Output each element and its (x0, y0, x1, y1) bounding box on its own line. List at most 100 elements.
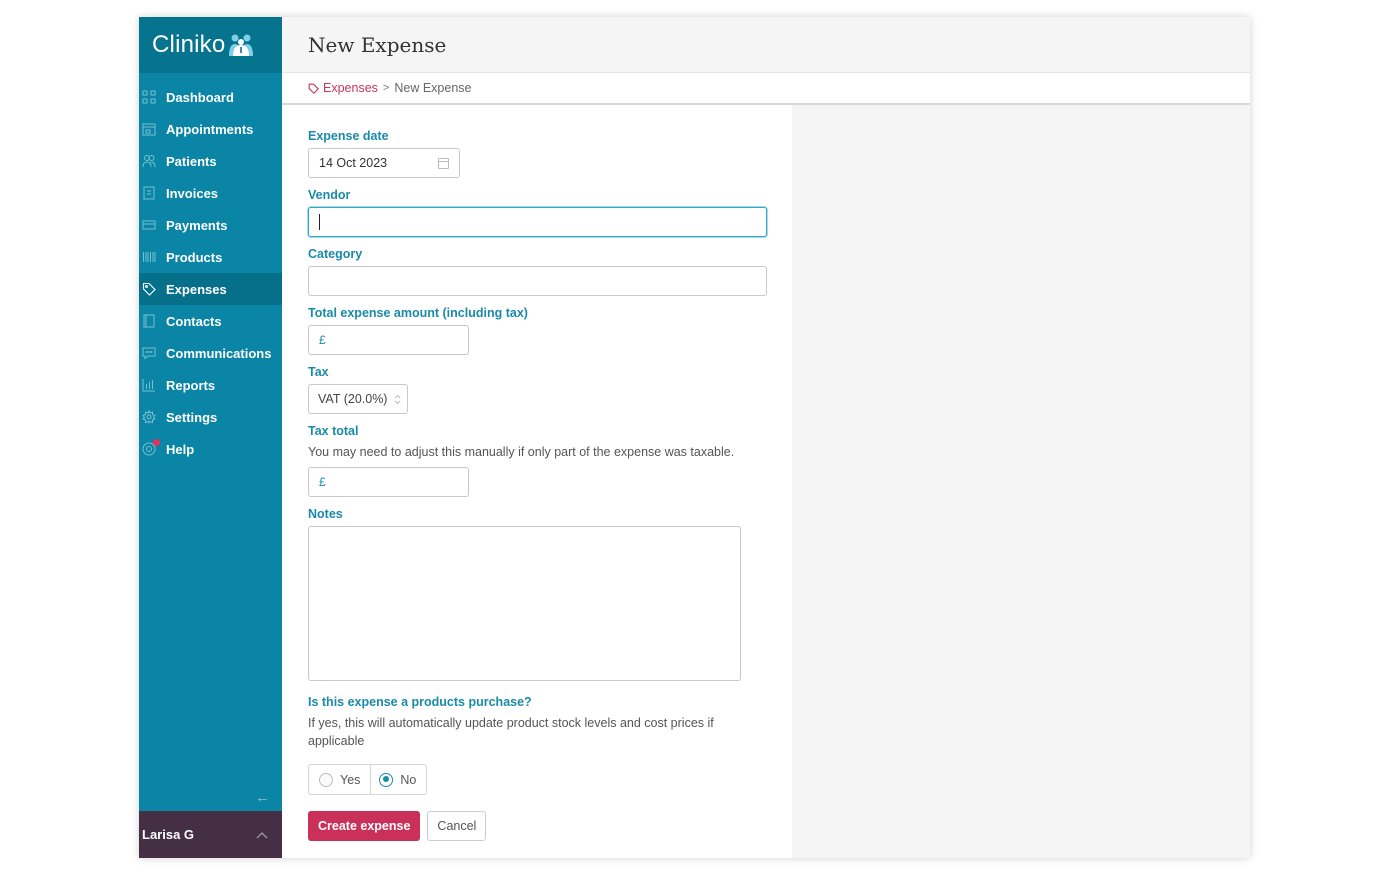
sidebar-item-label: Communications (166, 345, 272, 361)
radio-no-label: No (400, 772, 417, 787)
tax-total-help: You may need to adjust this manually if … (308, 445, 735, 459)
sidebar-item-products[interactable]: Products (139, 241, 282, 273)
products-purchase-label: Is this expense a products purchase? (308, 695, 532, 709)
tax-total-field: Tax total You may need to adjust this ma… (308, 424, 792, 497)
collapse-sidebar-button[interactable]: ← (255, 789, 270, 806)
brand-logo[interactable]: Cliniko (139, 17, 282, 73)
sidebar-item-label: Patients (166, 153, 217, 169)
sidebar-nav: Dashboard Appointments Patients Invoices (139, 73, 282, 465)
lifebuoy-icon (142, 439, 160, 456)
sidebar-item-payments[interactable]: Payments (139, 209, 282, 241)
sidebar-item-settings[interactable]: Settings (139, 401, 282, 433)
tax-select[interactable]: VAT (20.0%) (308, 384, 408, 414)
sidebar-item-contacts[interactable]: Contacts (139, 305, 282, 337)
brand-name: Cliniko (152, 31, 226, 58)
sidebar-item-label: Expenses (166, 281, 227, 297)
form-actions: Create expense Cancel (308, 811, 792, 841)
vendor-field: Vendor (308, 188, 792, 237)
sidebar-item-label: Appointments (166, 121, 254, 137)
content-area: Expense date 14 Oct 2023 Vendor Category (282, 105, 1250, 858)
main-content: New Expense Expenses > New Expense Expen… (282, 17, 1250, 858)
category-input[interactable] (308, 266, 767, 296)
breadcrumb-link-label: Expenses (323, 81, 378, 95)
user-menu[interactable]: Larisa G (139, 811, 282, 858)
products-purchase-help: If yes, this will automatically update p… (308, 716, 714, 748)
tax-label: Tax (308, 365, 329, 379)
app-window: Cliniko Dashboard Appointments Patients … (139, 17, 1250, 858)
sidebar-item-expenses[interactable]: Expenses (139, 273, 282, 305)
breadcrumb-link-expenses[interactable]: Expenses (308, 81, 378, 95)
total-amount-input[interactable]: £ (308, 325, 469, 355)
category-field: Category (308, 247, 792, 296)
sidebar-item-communications[interactable]: Communications (139, 337, 282, 369)
cancel-button[interactable]: Cancel (427, 811, 487, 841)
notes-textarea[interactable] (308, 526, 741, 681)
gear-icon (142, 410, 156, 424)
expense-date-input[interactable]: 14 Oct 2023 (308, 148, 460, 178)
side-panel (792, 105, 1250, 858)
people-icon (142, 154, 156, 168)
barcode-icon (142, 250, 156, 264)
expense-date-label: Expense date (308, 129, 389, 143)
sidebar-item-patients[interactable]: Patients (139, 145, 282, 177)
address-book-icon (142, 314, 156, 328)
sidebar-item-label: Payments (166, 217, 228, 233)
sidebar-item-label: Dashboard (166, 89, 234, 105)
breadcrumb: Expenses > New Expense (282, 73, 1250, 105)
cliniko-logo-icon (229, 34, 254, 56)
chat-bubble-icon (142, 346, 156, 360)
new-expense-form: Expense date 14 Oct 2023 Vendor Category (282, 105, 792, 858)
tax-field: Tax VAT (20.0%) (308, 365, 792, 414)
products-purchase-field: Is this expense a products purchase? If … (308, 695, 792, 795)
sidebar-item-label: Contacts (166, 313, 222, 329)
sidebar-item-label: Invoices (166, 185, 219, 201)
bar-chart-icon (142, 378, 156, 392)
tax-total-label: Tax total (308, 424, 359, 438)
products-purchase-radio-group: Yes No (308, 764, 428, 795)
sidebar: Cliniko Dashboard Appointments Patients … (139, 17, 282, 858)
expense-date-field: Expense date 14 Oct 2023 (308, 129, 792, 178)
expense-date-value: 14 Oct 2023 (319, 156, 388, 170)
currency-symbol: £ (319, 475, 326, 489)
breadcrumb-separator: > (382, 82, 390, 94)
user-name: Larisa G (142, 827, 195, 842)
calendar-icon (142, 122, 156, 136)
notes-field: Notes (308, 507, 792, 681)
sidebar-item-help[interactable]: Help (139, 433, 282, 465)
page-header: New Expense (282, 17, 1250, 73)
document-icon (142, 186, 156, 200)
tag-icon (142, 282, 156, 296)
dashboard-grid-icon (142, 90, 156, 104)
page-title: New Expense (308, 32, 447, 57)
sidebar-item-label: Help (166, 441, 195, 457)
sidebar-item-dashboard[interactable]: Dashboard (139, 81, 282, 113)
notes-label: Notes (308, 507, 343, 521)
create-expense-button[interactable]: Create expense (308, 811, 421, 841)
calendar-icon (438, 157, 449, 169)
vendor-label: Vendor (308, 188, 351, 202)
radio-option-no[interactable]: No (370, 765, 426, 794)
notification-dot (153, 439, 160, 446)
text-cursor (319, 214, 320, 230)
total-amount-field: Total expense amount (including tax) £ (308, 306, 792, 355)
radio-option-yes[interactable]: Yes (309, 765, 370, 794)
sidebar-item-label: Settings (166, 409, 218, 425)
chevron-up-icon (256, 828, 268, 842)
sidebar-item-reports[interactable]: Reports (139, 369, 282, 401)
tax-total-input[interactable]: £ (308, 467, 469, 497)
tag-icon (308, 83, 319, 94)
total-amount-label: Total expense amount (including tax) (308, 306, 528, 320)
currency-symbol: £ (319, 333, 326, 347)
category-label: Category (308, 247, 363, 261)
select-arrows-icon (394, 394, 401, 405)
credit-card-icon (142, 218, 156, 232)
sidebar-item-invoices[interactable]: Invoices (139, 177, 282, 209)
sidebar-item-label: Products (166, 249, 223, 265)
radio-no[interactable] (379, 772, 394, 787)
vendor-input[interactable] (308, 207, 767, 237)
radio-yes-label: Yes (340, 772, 361, 787)
radio-yes[interactable] (319, 772, 333, 787)
sidebar-item-label: Reports (166, 377, 216, 393)
arrow-left-icon: ← (255, 789, 270, 806)
sidebar-item-appointments[interactable]: Appointments (139, 113, 282, 145)
